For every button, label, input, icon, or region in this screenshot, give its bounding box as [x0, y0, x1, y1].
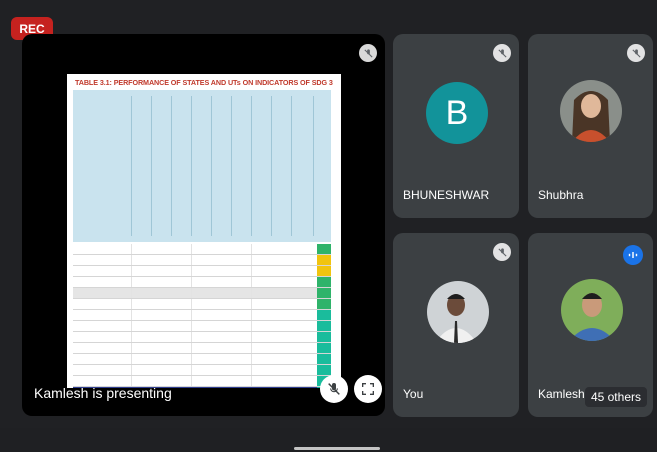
- slide-title: TABLE 3.1: PERFORMANCE OF STATES AND UTs…: [75, 78, 333, 87]
- participant-tile-kamlesh[interactable]: Kamlesh 45 others: [528, 233, 653, 417]
- avatar-letter: B: [445, 93, 469, 132]
- mic-off-icon: [627, 44, 645, 62]
- mic-off-icon: [328, 383, 340, 395]
- participant-name: You: [403, 387, 424, 401]
- mic-off-icon: [493, 243, 511, 261]
- slide-table-header: [73, 90, 331, 242]
- presentation-mute-button[interactable]: [320, 375, 348, 403]
- participant-tile-you[interactable]: You: [393, 233, 519, 417]
- avatar: B: [426, 82, 488, 144]
- participant-tile-shubhra[interactable]: Shubhra: [528, 34, 653, 218]
- participant-name: Kamlesh: [538, 387, 585, 401]
- fullscreen-button[interactable]: [354, 375, 382, 403]
- avatar: [560, 80, 622, 142]
- others-count-button[interactable]: 45 others: [584, 387, 647, 407]
- presenter-label: Kamlesh is presenting: [34, 385, 172, 401]
- fullscreen-icon: [362, 383, 374, 395]
- presentation-mic-off-icon: [359, 44, 377, 62]
- slide-table-body: [73, 244, 331, 388]
- participant-name: Shubhra: [538, 188, 584, 202]
- shared-slide: TABLE 3.1: PERFORMANCE OF STATES AND UTs…: [67, 74, 341, 388]
- avatar: [561, 279, 623, 341]
- participant-tile-bhuneshwar[interactable]: B BHUNESHWAR: [393, 34, 519, 218]
- mic-off-icon: [493, 44, 511, 62]
- participant-name: BHUNESHWAR: [403, 188, 490, 202]
- avatar: [427, 281, 489, 343]
- gesture-handle[interactable]: [294, 447, 380, 450]
- presentation-tile[interactable]: TABLE 3.1: PERFORMANCE OF STATES AND UTs…: [22, 34, 385, 416]
- speaking-indicator-icon: [623, 245, 643, 265]
